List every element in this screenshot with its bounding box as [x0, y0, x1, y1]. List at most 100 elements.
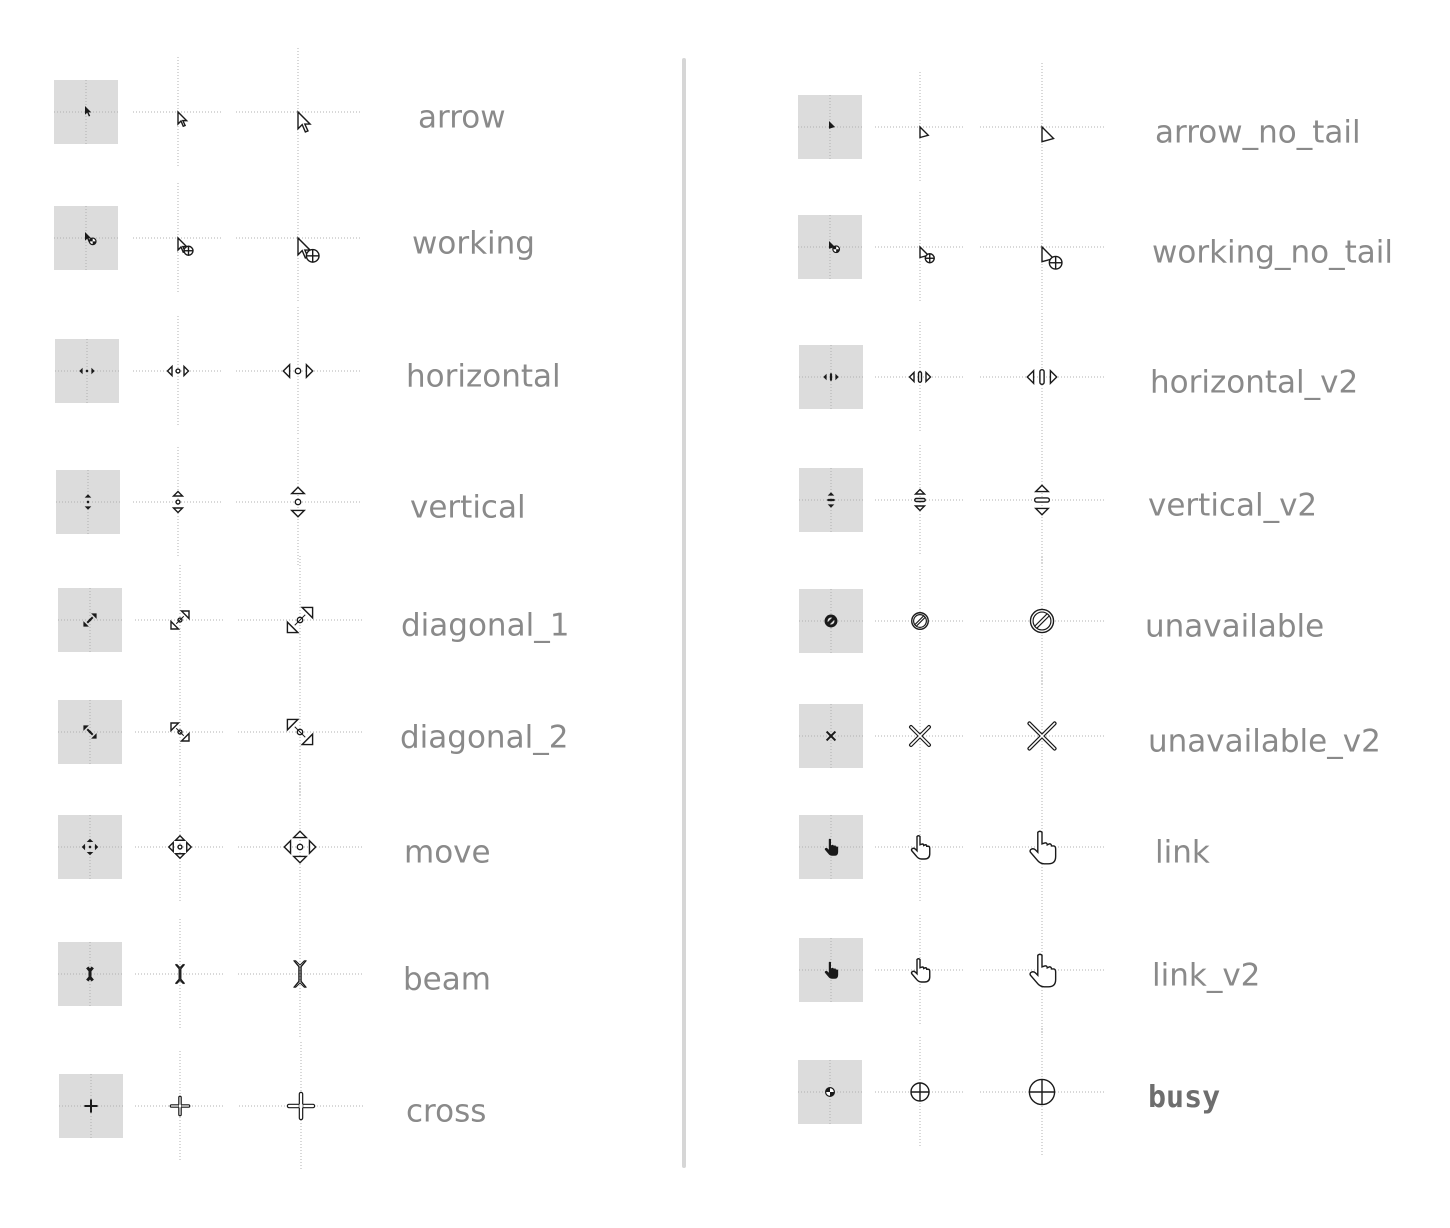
cursor-label-working-no-tail: working_no_tail	[1152, 234, 1393, 271]
vertical-v2-small-preview	[875, 445, 965, 555]
link-v2-small-preview	[875, 915, 965, 1025]
vertical-v2-large-preview	[980, 436, 1104, 564]
arrow-small-preview	[133, 57, 223, 167]
unavailable-cursor-icon	[799, 589, 863, 653]
move-cursor-icon	[135, 792, 225, 902]
link-small-preview	[875, 792, 965, 902]
unavailable-v2-tile	[799, 704, 863, 768]
cursor-label-horizontal: horizontal	[406, 358, 561, 395]
beam-small-preview	[135, 919, 225, 1029]
vertical-v2-resize-icon	[980, 436, 1104, 564]
unavailable-v2-cursor-icon	[799, 704, 863, 768]
horizontal-small-preview	[133, 316, 223, 426]
arrow-no-tail-large-preview	[980, 63, 1104, 191]
busy-large-preview	[980, 1028, 1104, 1156]
cursor-label-cross: cross	[406, 1093, 487, 1130]
diagonal-2-small-preview	[135, 677, 225, 787]
working-cursor-icon	[133, 183, 223, 293]
cross-cursor-icon	[135, 1051, 225, 1161]
cross-cursor-icon	[239, 1042, 363, 1170]
vertical-tile	[56, 470, 120, 534]
vertical-v2-resize-icon	[875, 445, 965, 555]
unavailable-cursor-icon	[980, 557, 1104, 685]
unavailable-v2-small-preview	[875, 681, 965, 791]
vertical-v2-tile	[799, 468, 863, 532]
move-cursor-icon	[238, 783, 362, 911]
diagonal-1-resize-icon	[58, 588, 122, 652]
cursor-label-unavailable-v2: unavailable_v2	[1148, 723, 1381, 760]
busy-cursor-icon	[980, 1028, 1104, 1156]
cursor-label-horizontal-v2: horizontal_v2	[1150, 364, 1359, 401]
cursor-label-unavailable: unavailable	[1145, 608, 1325, 645]
horizontal-resize-icon	[55, 339, 119, 403]
arrow-no-tail-tile	[798, 95, 862, 159]
diagonal-1-tile	[58, 588, 122, 652]
vertical-resize-icon	[133, 447, 223, 557]
working-no-tail-cursor-icon	[798, 215, 862, 279]
vertical-v2-resize-icon	[799, 468, 863, 532]
working-large-preview	[236, 174, 360, 302]
diagonal-2-resize-icon	[58, 700, 122, 764]
unavailable-small-preview	[875, 566, 965, 676]
diagonal-2-resize-icon	[135, 677, 225, 787]
working-no-tail-small-preview	[875, 192, 965, 302]
link-hand-cursor-icon	[799, 815, 863, 879]
cursor-label-vertical: vertical	[410, 489, 526, 526]
unavailable-cursor-icon	[875, 566, 965, 676]
horizontal-large-preview	[236, 307, 360, 435]
diagonal-1-resize-icon	[135, 565, 225, 675]
arrow-cursor-icon	[133, 57, 223, 167]
move-cursor-icon	[58, 815, 122, 879]
horizontal-v2-small-preview	[875, 322, 965, 432]
vertical-resize-icon	[236, 438, 360, 566]
unavailable-tile	[799, 589, 863, 653]
horizontal-v2-resize-icon	[799, 345, 863, 409]
diagonal-2-tile	[58, 700, 122, 764]
column-divider	[682, 58, 686, 1168]
link-large-preview	[980, 783, 1104, 911]
link-v2-large-preview	[980, 906, 1104, 1034]
arrow-cursor-icon	[236, 48, 360, 176]
unavailable-v2-large-preview	[980, 672, 1104, 800]
arrow-no-tail-cursor-icon	[875, 72, 965, 182]
cross-large-preview	[239, 1042, 363, 1170]
beam-cursor-icon	[58, 942, 122, 1006]
link-v2-hand-cursor-icon	[799, 938, 863, 1002]
horizontal-resize-icon	[133, 316, 223, 426]
cross-small-preview	[135, 1051, 225, 1161]
horizontal-v2-large-preview	[980, 313, 1104, 441]
busy-cursor-icon	[875, 1037, 965, 1147]
cursor-label-move: move	[404, 834, 491, 871]
diagonal-1-resize-icon	[238, 556, 362, 684]
beam-tile	[58, 942, 122, 1006]
beam-cursor-icon	[238, 910, 362, 1038]
link-tile	[799, 815, 863, 879]
working-small-preview	[133, 183, 223, 293]
working-no-tail-tile	[798, 215, 862, 279]
arrow-no-tail-cursor-icon	[980, 63, 1104, 191]
diagonal-1-large-preview	[238, 556, 362, 684]
diagonal-1-small-preview	[135, 565, 225, 675]
working-no-tail-cursor-icon	[875, 192, 965, 302]
link-v2-hand-cursor-icon	[875, 915, 965, 1025]
diagonal-2-resize-icon	[238, 668, 362, 796]
move-small-preview	[135, 792, 225, 902]
horizontal-v2-resize-icon	[875, 322, 965, 432]
busy-tile	[798, 1060, 862, 1124]
arrow-cursor-icon	[54, 80, 118, 144]
unavailable-v2-cursor-icon	[875, 681, 965, 791]
unavailable-large-preview	[980, 557, 1104, 685]
link-v2-hand-cursor-icon	[980, 906, 1104, 1034]
arrow-no-tail-small-preview	[875, 72, 965, 182]
cursor-label-link: link	[1155, 834, 1210, 871]
cursor-label-arrow-no-tail: arrow_no_tail	[1155, 114, 1361, 151]
move-large-preview	[238, 783, 362, 911]
link-hand-cursor-icon	[875, 792, 965, 902]
cross-cursor-icon	[59, 1074, 123, 1138]
busy-small-preview	[875, 1037, 965, 1147]
beam-cursor-icon	[135, 919, 225, 1029]
vertical-small-preview	[133, 447, 223, 557]
arrow-no-tail-cursor-icon	[798, 95, 862, 159]
horizontal-v2-resize-icon	[980, 313, 1104, 441]
working-no-tail-large-preview	[980, 183, 1104, 311]
